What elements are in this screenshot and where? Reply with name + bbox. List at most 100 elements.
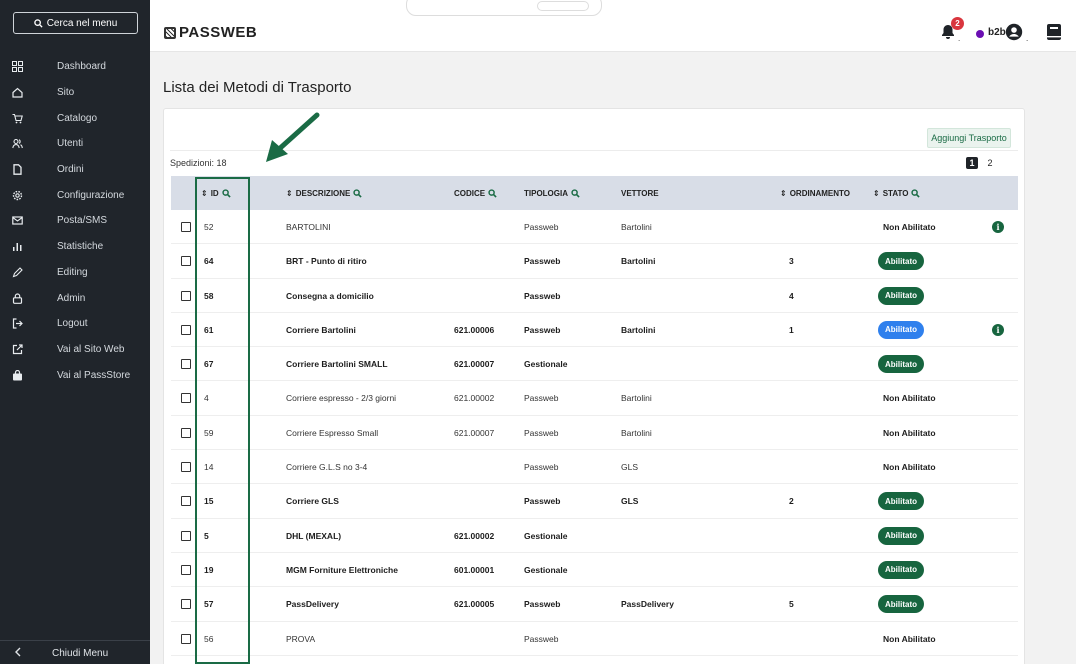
status-badge[interactable]: Abilitato [878,252,924,271]
table-row[interactable]: 58 Consegna a domicilio Passweb 4 Abilitato [171,279,1018,313]
table-row[interactable]: 61 Corriere Bartolini 621.00006 Passweb Bart… [171,313,1018,348]
row-checkbox[interactable] [181,462,191,473]
col-vettore-header[interactable]: VETTORE [621,176,659,210]
status-badge[interactable]: Abilitato [878,286,924,305]
page-1-button[interactable]: 1 [966,157,978,169]
table-row[interactable]: 15 Corriere GLS Passweb GLS 2 Abilitato [171,484,1018,519]
status-label[interactable]: Non Abilitato [883,450,936,484]
sidebar-item-sito[interactable]: Sito [0,80,150,106]
status-label[interactable]: Non Abilitato [883,381,936,415]
col-descrizione-header[interactable]: ⇕ DESCRIZIONE [286,176,363,210]
row-checkbox[interactable] [181,564,191,575]
cell-ordinamento: 4 [789,290,794,301]
status-badge[interactable]: Abilitato [878,320,924,339]
cell-vettore: GLS [621,496,639,507]
sidebar-item-label: Sito [57,87,75,99]
status-badge[interactable]: Abilitato [878,492,924,511]
search-icon[interactable] [571,188,580,198]
table-row[interactable]: 67 Corriere Bartolini SMALL 621.00007 Gesti… [171,347,1018,382]
row-checkbox[interactable] [181,256,191,267]
col-tipologia-header[interactable]: TIPOLOGIA [524,176,580,210]
logo-mark-icon [164,26,176,39]
info-icon[interactable]: i [992,221,1004,233]
sidebar-item-editing[interactable]: Editing [0,260,150,286]
sidebar-item-configurazione[interactable]: Configurazione [0,182,150,208]
page-2-button[interactable]: 2 [984,157,996,169]
account-dropdown-indicator[interactable]: . [1026,34,1028,43]
sort-icon[interactable]: ⇕ [780,189,787,198]
top-center-tab[interactable] [406,0,602,16]
table-row[interactable]: 4 Corriere espresso - 2/3 giorni 621.00002… [171,381,1018,416]
row-checkbox[interactable] [181,393,191,404]
cell-vettore: PassDelivery [621,599,674,610]
info-icon[interactable]: i [992,323,1004,336]
search-icon[interactable] [911,188,921,198]
sidebar-item-ordini[interactable]: Ordini [0,157,150,183]
table-row[interactable]: 57 PassDelivery 621.00005 Passweb PassDelive… [171,587,1018,622]
sidebar-item-admin[interactable]: Admin [0,285,150,311]
sidebar-item-utenti[interactable]: Utenti [0,131,150,157]
table-row[interactable]: 19 MGM Forniture Elettroniche 601.00001 Ges… [171,553,1018,588]
status-badge[interactable]: Abilitato [878,355,924,374]
status-label[interactable]: Non Abilitato [883,622,936,656]
dropdown-indicator[interactable]: . [958,34,960,43]
status-badge[interactable]: Abilitato [878,595,924,614]
table-row[interactable]: 5 DHL (MEXAL) 621.00002 Gestionale Abilitato [171,519,1018,553]
sort-icon[interactable]: ⇕ [201,189,208,198]
col-id-header[interactable]: ⇕ ID [201,176,231,210]
sidebar-item-catalogo[interactable]: Catalogo [0,105,150,131]
sidebar-item-statistiche[interactable]: Statistiche [0,234,150,260]
status-badge[interactable]: Abilitato [878,526,924,545]
status-label[interactable]: Non Abilitato [883,416,936,450]
cell-descrizione: Corriere Bartolini SMALL [286,359,388,370]
sidebar-item-vai-al-sito-web[interactable]: Vai al Sito Web [0,337,150,363]
row-checkbox[interactable] [181,290,191,301]
col-codice-header[interactable]: CODICE [454,176,497,210]
cell-vettore: Bartolini [621,324,656,335]
passweb-logo[interactable]: PASSWEB [164,24,257,41]
row-checkbox[interactable] [181,427,191,438]
cell-id: 59 [204,427,214,438]
search-icon[interactable] [353,188,363,198]
add-transport-button[interactable]: Aggiungi Trasporto [927,128,1011,148]
cell-descrizione: Corriere Espresso Small [286,427,379,438]
cell-vettore: Bartolini [621,222,652,232]
table-header: ⇕ ID ⇕ DESCRIZIONE CODICE TIPOLOGIA VETT… [171,176,1018,210]
menu-search-button[interactable]: Cerca nel menu [13,12,138,34]
col-ordinamento-header[interactable]: ⇕ ORDINAMENTO [780,176,850,210]
sort-icon[interactable]: ⇕ [873,189,880,198]
row-checkbox[interactable] [181,496,191,507]
sidebar-item-posta-sms[interactable]: Posta/SMS [0,208,150,234]
row-checkbox[interactable] [181,324,191,335]
row-checkbox[interactable] [181,599,191,610]
row-checkbox[interactable] [181,222,191,232]
col-stato-header[interactable]: ⇕ STATO [873,176,921,210]
table-row[interactable]: 64 BRT - Punto di ritiro Passweb Bartolini 3… [171,244,1018,279]
search-icon[interactable] [488,188,497,198]
table-row[interactable]: 14 Corriere G.L.S no 3-4 Passweb GLS Non Abi… [171,450,1018,485]
search-icon[interactable] [222,188,231,198]
cell-tipologia: Passweb [524,290,561,301]
user-name[interactable]: b2b [988,27,1006,38]
sidebar-item-vai-al-passstore[interactable]: Vai al PassStore [0,362,150,388]
row-checkbox[interactable] [181,633,191,644]
close-menu-button[interactable]: Chiudi Menu [0,640,150,664]
sidebar-item-dashboard[interactable]: Dashboard [0,54,150,80]
manual-book-icon[interactable] [1046,23,1062,41]
sort-icon[interactable]: ⇕ [286,189,293,198]
status-badge[interactable]: Abilitato [878,560,924,579]
table-row[interactable]: 52 BARTOLINI Passweb Bartolini Non Abilitato… [171,210,1018,245]
bag-icon [11,369,23,381]
cell-descrizione: DHL (MEXAL) [286,530,342,541]
table-row[interactable]: 59 Corriere Espresso Small 621.00007 Passwe… [171,416,1018,451]
logout-icon [11,318,23,330]
status-label[interactable]: Non Abilitato [883,210,936,244]
cell-tipologia: Passweb [524,393,559,404]
table-row[interactable]: 56 PROVA Passweb Non Abilitato [171,622,1018,656]
row-checkbox[interactable] [181,530,191,541]
top-center-pill[interactable] [537,1,589,11]
row-checkbox[interactable] [181,359,191,370]
sidebar-item-logout[interactable]: Logout [0,311,150,337]
account-circle-icon[interactable] [1005,23,1023,41]
sidebar-item-label: Vai al Sito Web [57,343,125,355]
